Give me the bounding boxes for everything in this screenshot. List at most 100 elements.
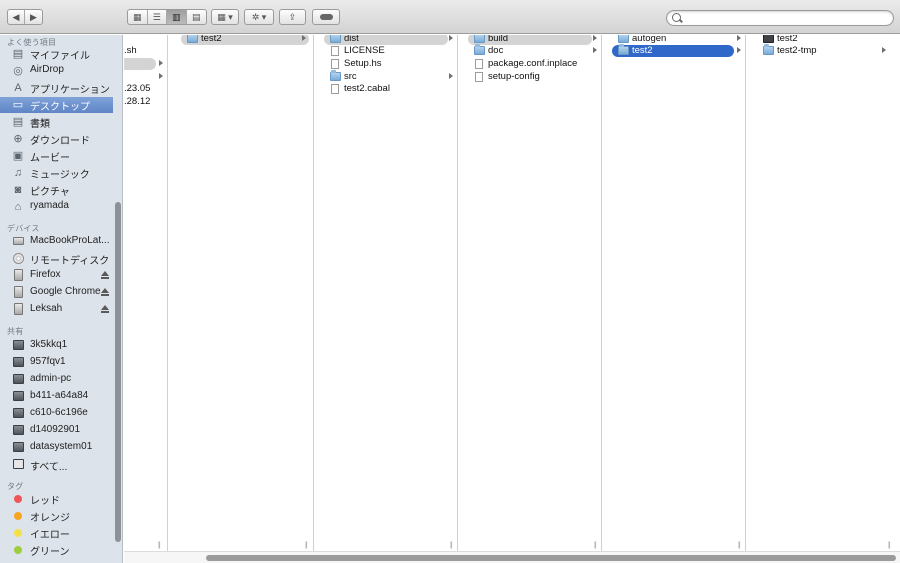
sidebar-item-tag-yellow[interactable]: イエロー [0,525,113,541]
eject-icon[interactable] [101,288,109,296]
sidebar-item-applications[interactable]: A アプリケーション [0,80,113,96]
sidebar-item-firefox[interactable]: Firefox [0,268,113,284]
sidebar-item-music[interactable]: ♫ ミュージック [0,165,113,181]
document-icon [475,59,483,69]
sidebar-item-desktop[interactable]: ▭ デスクトップ [0,97,113,113]
folder-icon [187,35,198,43]
horizontal-scrollbar[interactable] [124,551,900,563]
file-row-setup-config[interactable]: setup-config [468,71,598,83]
icon-view-icon[interactable]: ▦ [128,10,148,24]
folder-icon [330,70,341,81]
sidebar-item-google-chrome[interactable]: Google Chrome [0,285,113,301]
drive-icon [14,269,23,281]
movies-icon: ▣ [12,150,24,162]
finder-toolbar: ◀ ▶ ▦ ☰ ▥ ▤ ▦ ▾ ✲ ▾ ⇪ [0,0,900,34]
chevron-row [124,58,166,70]
gear-icon[interactable]: ✲ ▾ [244,9,274,25]
pictures-icon: ◙ [14,184,22,196]
chevron-right-icon [593,47,597,53]
chevron-right-icon [737,35,741,41]
sidebar-item-tag-green[interactable]: グリーン [0,542,113,558]
browser-column: dist LICENSE Setup.hs src test2.cabal || [322,35,458,563]
file-row[interactable]: .sh [124,45,166,57]
sidebar-item-documents[interactable]: ▤ 書類 [0,114,113,130]
sidebar-item-macbook[interactable]: MacBookProLat... [0,234,113,250]
back-arrow-icon[interactable]: ◀ [8,10,25,24]
file-row-cabal[interactable]: test2.cabal [324,83,454,95]
search-input[interactable] [685,12,885,24]
airdrop-icon: ◎ [13,65,23,77]
sidebar-item-downloads[interactable]: ⊕ ダウンロード [0,131,113,147]
sidebar-item-airdrop[interactable]: ◎ AirDrop [0,63,113,79]
eject-icon[interactable] [101,305,109,313]
column-resize-handle[interactable]: || [738,542,740,549]
sidebar-item-shared-host[interactable]: datasystem01 [0,440,113,456]
column-resize-handle[interactable]: || [158,542,160,549]
chevron-right-icon [159,60,163,66]
eject-icon[interactable] [101,271,109,279]
column-resize-handle[interactable]: || [305,542,307,549]
arrange-grid-icon[interactable]: ▦ ▾ [211,9,239,25]
music-icon: ♫ [13,167,23,179]
sidebar-item-shared-all[interactable]: すべて... [0,457,113,473]
sidebar-item-home[interactable]: ⌂ ryamada [0,199,113,215]
tag-pill-icon[interactable] [312,9,340,25]
computer-icon [13,391,24,401]
folder-row-test2-tmp[interactable]: test2-tmp [757,44,889,57]
list-view-icon[interactable]: ☰ [148,10,167,24]
computer-icon [13,357,24,367]
sidebar-scrollbar[interactable] [114,35,122,563]
file-row-setup-hs[interactable]: Setup.hs [324,58,454,70]
scrollbar-thumb[interactable] [206,555,896,561]
tag-dot-icon [14,529,22,537]
file-row-license[interactable]: LICENSE [324,45,454,57]
sidebar-item-leksah[interactable]: Leksah [0,302,113,318]
sidebar-item-shared-host[interactable]: admin-pc [0,372,113,388]
sidebar-item-shared-host[interactable]: c610-6c196e [0,406,113,422]
home-icon: ⌂ [14,201,22,213]
sidebar-item-pictures[interactable]: ◙ ピクチャ [0,182,113,198]
scrollbar-thumb[interactable] [115,202,121,542]
sidebar-item-remote-disc[interactable]: リモートディスク [0,251,113,267]
desktop-icon: ▭ [12,99,24,111]
share-icon[interactable]: ⇪ [279,9,306,25]
back-forward-buttons: ◀ ▶ [7,9,43,25]
sidebar-item-tag-orange[interactable]: オレンジ [0,508,113,524]
browser-column: autogen test2 || [610,35,746,563]
browser-column: test2 || [177,35,314,563]
coverflow-view-icon[interactable]: ▤ [187,10,206,24]
sidebar-item-shared-host[interactable]: 3k5kkq1 [0,338,113,354]
column-view-icon[interactable]: ▥ [167,10,187,24]
folder-row-src[interactable]: src [324,70,456,83]
laptop-icon [13,237,24,245]
sidebar-item-movies[interactable]: ▣ ムービー [0,148,113,164]
search-field[interactable] [666,10,894,26]
chevron-right-icon [449,35,453,41]
column-resize-handle[interactable]: || [594,542,596,549]
devices-heading: デバイス [7,224,40,233]
document-icon [475,72,483,82]
file-row-package-conf[interactable]: package.conf.inplace [468,58,598,70]
sidebar-item-all-my-files[interactable]: ▤ マイファイル [0,46,113,62]
folder-row-doc[interactable]: doc [468,44,600,57]
tag-dot-icon [14,495,22,503]
chevron-row [612,45,744,57]
remote-disc-icon [13,253,24,264]
chevron-row [324,35,456,45]
file-row[interactable]: .28.12 [124,96,167,108]
file-row-test2-binary[interactable]: test2 [757,35,887,45]
chevron-row [468,35,600,45]
folder-row-autogen[interactable]: autogen [612,35,744,45]
column-resize-handle[interactable]: || [450,542,452,549]
sidebar-item-shared-host[interactable]: b411-a64a84 [0,389,113,405]
sidebar-item-shared-host[interactable]: 957fqv1 [0,355,113,371]
file-row[interactable]: .23.05 [124,83,167,95]
computer-icon [13,425,24,435]
column-resize-handle[interactable]: || [888,542,890,549]
folder-icon [474,44,485,55]
sidebar-item-tag-red[interactable]: レッド [0,491,113,507]
sidebar-item-shared-host[interactable]: d14092901 [0,423,113,439]
folder-row-test2[interactable]: test2 [181,35,309,45]
browser-column: test2 test2-tmp || [755,35,900,563]
forward-arrow-icon[interactable]: ▶ [25,10,42,24]
